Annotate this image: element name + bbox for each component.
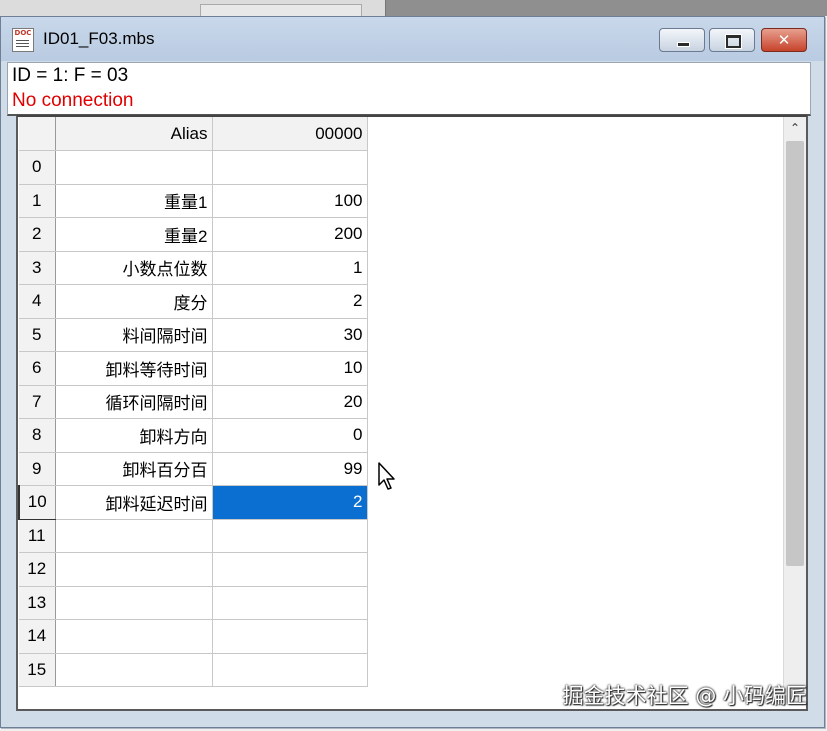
value-cell[interactable]: 30 <box>212 318 368 352</box>
value-cell[interactable] <box>212 619 368 654</box>
alias-cell[interactable] <box>55 519 213 553</box>
alias-cell[interactable]: 度分 <box>55 284 213 319</box>
table-row[interactable]: 11 <box>19 519 368 553</box>
slave-function-label: ID = 1: F = 03 <box>12 65 129 86</box>
selected-value-cell[interactable]: 2 <box>211 485 368 520</box>
row-index-cell[interactable]: 12 <box>19 552 56 587</box>
row-index-cell[interactable]: 8 <box>19 418 56 453</box>
mbs-child-window[interactable]: DOC ID01_F03.mbs ✕ ID = 1: F = 03 No con… <box>0 16 825 728</box>
table-row[interactable]: 2 重量2 200 <box>19 217 368 252</box>
row-index-cell[interactable]: 13 <box>19 586 56 620</box>
row-index-cell[interactable]: 1 <box>19 184 56 218</box>
row-index-cell[interactable]: 6 <box>19 351 56 386</box>
row-index-cell[interactable]: 11 <box>19 519 56 553</box>
window-title: ID01_F03.mbs <box>43 29 155 48</box>
row-index-cell[interactable]: 15 <box>19 653 56 687</box>
alias-cell[interactable]: 料间隔时间 <box>55 318 213 352</box>
table-row[interactable]: 1 重量1 100 <box>19 184 368 218</box>
row-index-cell[interactable]: 14 <box>19 619 56 654</box>
alias-cell[interactable]: 卸料百分百 <box>55 452 213 486</box>
alias-cell[interactable] <box>55 619 213 654</box>
row-index-cell[interactable]: 0 <box>19 150 56 185</box>
close-icon: ✕ <box>777 31 791 49</box>
mouse-cursor-icon <box>378 462 395 490</box>
table-row[interactable]: 12 <box>19 552 368 587</box>
maximize-button[interactable] <box>709 28 755 52</box>
value-cell[interactable]: 20 <box>212 385 368 419</box>
alias-cell[interactable] <box>55 552 213 587</box>
value-column-header[interactable]: 00000 <box>212 117 368 151</box>
table-row[interactable]: 4 度分 2 <box>19 284 368 319</box>
row-index-cell[interactable]: 4 <box>19 284 56 319</box>
close-button[interactable]: ✕ <box>761 28 807 52</box>
connection-status: No connection <box>12 90 134 111</box>
register-table: Alias 00000 0 1 重量1 100 2 重量2 200 3 小数点位数 1 4 度分 2 5 料… <box>18 117 368 687</box>
table-row[interactable]: 5 料间隔时间 30 <box>19 318 368 352</box>
row-index-cell[interactable]: 7 <box>19 385 56 419</box>
table-row[interactable]: 14 <box>19 619 368 654</box>
value-cell[interactable]: 200 <box>212 217 368 252</box>
row-index-cell[interactable]: 5 <box>19 318 56 352</box>
table-row[interactable]: 10 卸料延迟时间 2 <box>18 485 368 520</box>
title-bar[interactable]: DOC ID01_F03.mbs ✕ <box>1 17 824 61</box>
value-cell[interactable] <box>212 586 368 620</box>
table-row[interactable]: 13 <box>19 586 368 620</box>
table-row[interactable]: 15 <box>19 653 368 687</box>
table-row[interactable]: 7 循环间隔时间 20 <box>19 385 368 419</box>
value-cell[interactable]: 0 <box>212 418 368 453</box>
value-cell[interactable] <box>212 552 368 587</box>
table-row[interactable]: 3 小数点位数 1 <box>19 251 368 285</box>
alias-cell[interactable]: 循环间隔时间 <box>55 385 213 419</box>
alias-cell[interactable]: 卸料延迟时间 <box>55 485 213 520</box>
corner-header[interactable] <box>19 117 56 151</box>
scrollbar-thumb[interactable] <box>786 141 804 566</box>
alias-cell[interactable] <box>55 653 213 687</box>
watermark: 掘金技术社区 @ 小码编匠 <box>562 684 807 708</box>
document-icon: DOC <box>12 28 34 52</box>
alias-column-header[interactable]: Alias <box>55 117 213 151</box>
alias-cell[interactable] <box>55 586 213 620</box>
scroll-up-arrow-icon[interactable]: ⌃ <box>784 117 806 139</box>
status-panel: ID = 1: F = 03 No connection <box>7 62 811 116</box>
table-row[interactable]: 9 卸料百分百 99 <box>19 452 368 486</box>
register-grid[interactable]: Alias 00000 0 1 重量1 100 2 重量2 200 3 小数点位数 1 4 度分 2 5 料… <box>16 115 808 711</box>
alias-cell[interactable] <box>55 150 213 185</box>
minimize-icon <box>677 42 690 47</box>
value-cell[interactable]: 2 <box>212 284 368 319</box>
background-window <box>0 0 827 17</box>
minimize-button[interactable] <box>659 28 705 52</box>
row-index-cell[interactable]: 10 <box>18 485 56 520</box>
row-index-cell[interactable]: 9 <box>19 452 56 486</box>
row-index-cell[interactable]: 2 <box>19 217 56 252</box>
alias-cell[interactable]: 重量2 <box>55 217 213 252</box>
value-cell[interactable]: 100 <box>212 184 368 218</box>
maximize-icon <box>726 35 741 48</box>
vertical-scrollbar[interactable]: ⌃ <box>783 117 806 705</box>
value-cell[interactable] <box>212 150 368 185</box>
value-cell[interactable] <box>212 519 368 553</box>
alias-cell[interactable]: 小数点位数 <box>55 251 213 285</box>
table-row[interactable]: 0 <box>19 150 368 185</box>
row-index-cell[interactable]: 3 <box>19 251 56 285</box>
alias-cell[interactable]: 卸料等待时间 <box>55 351 213 386</box>
header-row: Alias 00000 <box>19 117 368 151</box>
alias-cell[interactable]: 卸料方向 <box>55 418 213 453</box>
alias-cell[interactable]: 重量1 <box>55 184 213 218</box>
value-cell[interactable]: 99 <box>212 452 368 486</box>
table-row[interactable]: 8 卸料方向 0 <box>19 418 368 453</box>
table-row[interactable]: 6 卸料等待时间 10 <box>19 351 368 386</box>
value-cell[interactable]: 10 <box>212 351 368 386</box>
value-cell[interactable] <box>212 653 368 687</box>
value-cell[interactable]: 1 <box>212 251 368 285</box>
